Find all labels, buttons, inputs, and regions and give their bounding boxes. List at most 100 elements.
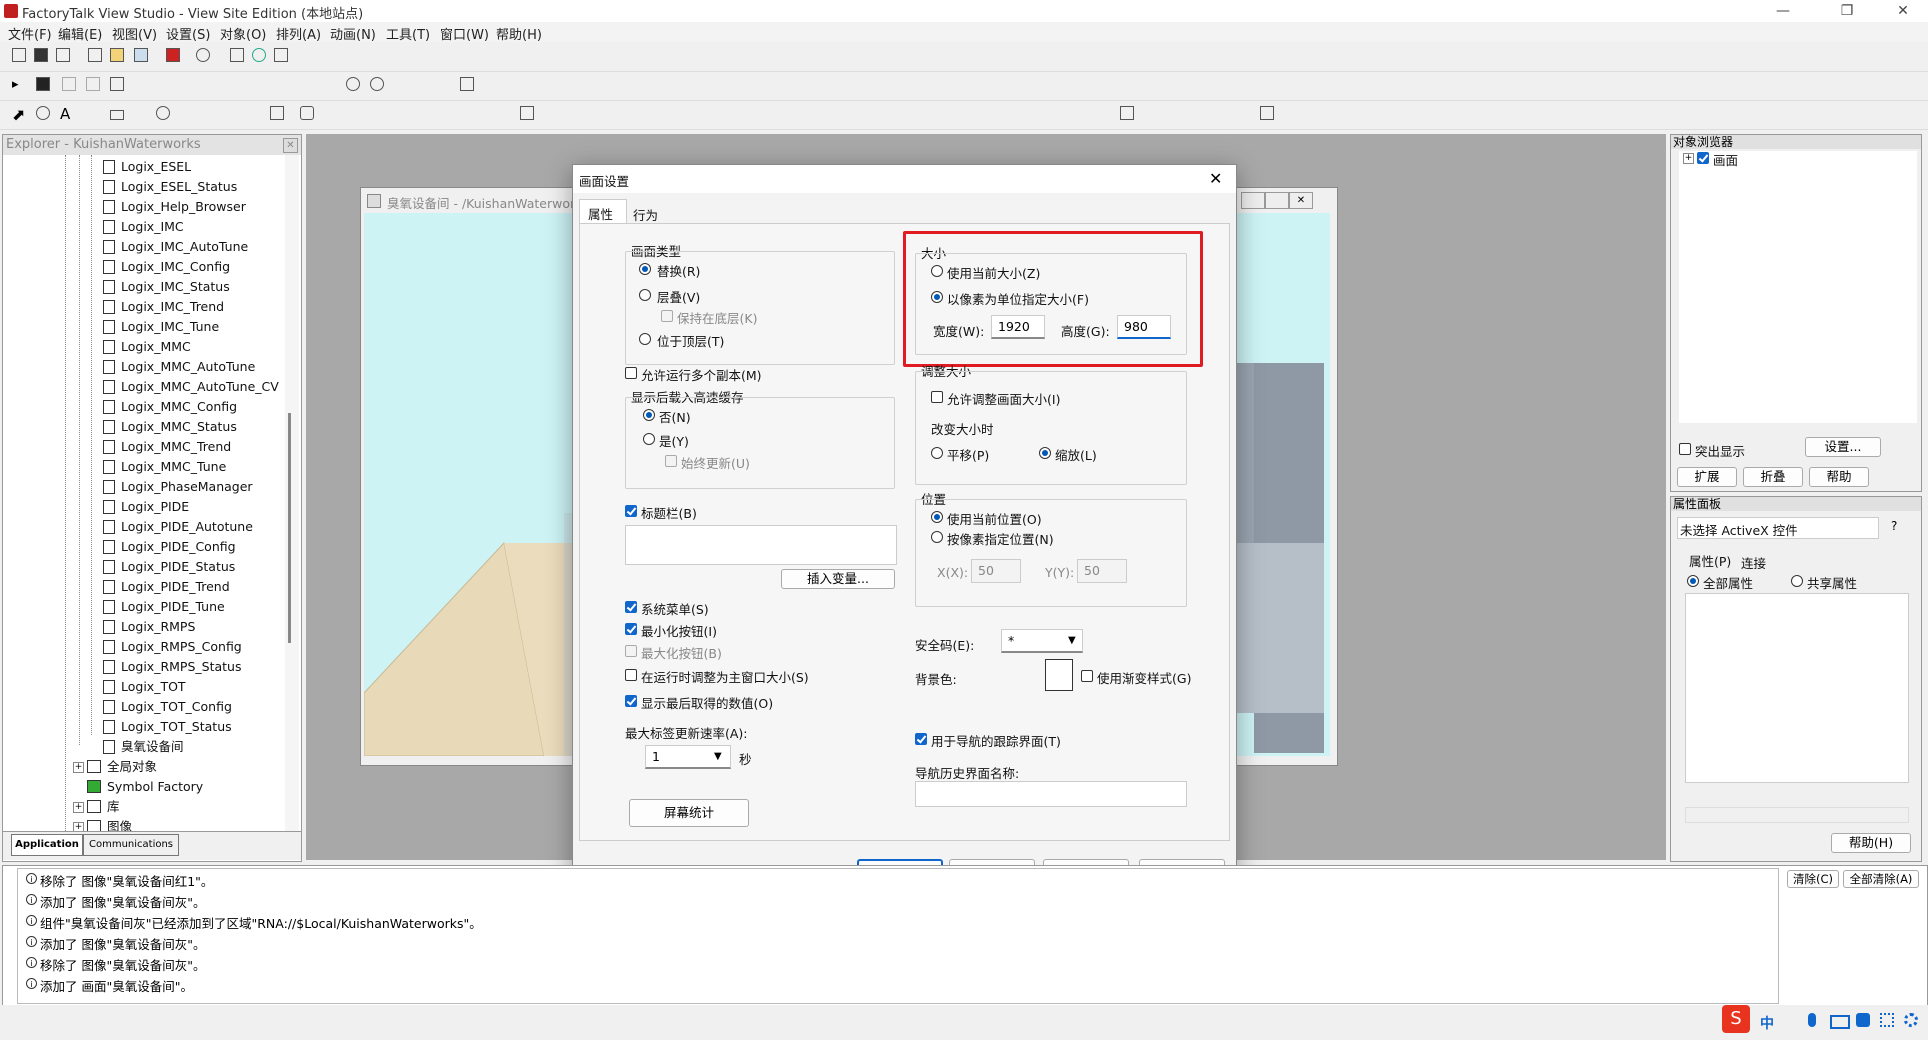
display-min-icon[interactable] — [1241, 192, 1265, 209]
numeric-display-icon[interactable] — [520, 106, 534, 120]
text-tool-icon[interactable]: A — [60, 105, 70, 123]
radio-overlay[interactable] — [639, 289, 651, 301]
radio-scale[interactable] — [1039, 447, 1051, 459]
stop-run-icon[interactable] — [36, 77, 50, 91]
scrollbar-thumb[interactable] — [288, 413, 291, 643]
explorer-toggle-icon[interactable] — [134, 48, 148, 62]
property-list[interactable] — [1685, 593, 1909, 783]
rectangle-tool-icon[interactable] — [110, 110, 124, 120]
menu-arrange[interactable]: 排列(A) — [276, 24, 321, 43]
zoom-in-icon[interactable] — [346, 77, 360, 91]
microphone-icon[interactable] — [1808, 1013, 1816, 1027]
gear-icon[interactable] — [1904, 1013, 1918, 1027]
clear-button[interactable]: 清除(C) — [1787, 870, 1839, 888]
insert-variable-button[interactable]: 插入变量... — [781, 569, 895, 589]
tab-behavior[interactable]: 行为 — [625, 201, 665, 223]
gradient-checkbox[interactable] — [1081, 670, 1093, 682]
polygon-tool-icon[interactable] — [270, 106, 284, 120]
print-icon[interactable] — [56, 48, 70, 62]
settings-button[interactable]: 设置... — [1805, 437, 1881, 457]
run-icon[interactable]: ▸ — [12, 77, 26, 92]
button-tool-icon[interactable] — [300, 106, 314, 120]
property-help-button[interactable]: 帮助(H) — [1831, 833, 1911, 853]
grid-icon[interactable] — [460, 77, 474, 91]
radio-use-current-position[interactable] — [931, 511, 943, 523]
tab-communications[interactable]: Communications — [83, 834, 179, 856]
radio-shared-props[interactable] — [1791, 575, 1803, 587]
x-input[interactable]: 50 — [971, 559, 1021, 583]
display-max-icon[interactable] — [1265, 192, 1289, 209]
refresh-icon[interactable] — [252, 48, 266, 62]
expand-button[interactable]: 扩展 — [1677, 467, 1737, 487]
radio-replace[interactable] — [639, 263, 651, 275]
menu-object[interactable]: 对象(O) — [220, 24, 266, 43]
rotate-icon[interactable] — [36, 106, 50, 120]
nav-track-checkbox[interactable] — [915, 733, 927, 745]
cut-icon[interactable] — [62, 77, 76, 91]
allow-resize-checkbox[interactable] — [931, 391, 943, 403]
menu-window[interactable]: 窗口(W) — [440, 24, 489, 43]
show-last-checkbox[interactable] — [625, 695, 637, 707]
nav-history-input[interactable] — [915, 781, 1187, 807]
save-icon[interactable] — [34, 48, 48, 62]
menu-file[interactable]: 文件(F) — [8, 24, 52, 43]
width-input[interactable]: 1920 — [991, 315, 1045, 339]
radio-use-current-size[interactable] — [931, 265, 943, 277]
bgcolor-swatch[interactable] — [1045, 659, 1073, 691]
tab-props[interactable]: 属性(P) — [1689, 551, 1731, 570]
highlight-checkbox[interactable] — [1679, 443, 1691, 455]
select-arrow-icon[interactable]: ⬈ — [12, 105, 25, 124]
system-menu-checkbox[interactable] — [625, 601, 637, 613]
radio-pan[interactable] — [931, 447, 943, 459]
trend-icon[interactable] — [1120, 106, 1134, 120]
menu-view[interactable]: 视图(V) — [112, 24, 157, 43]
copy-icon[interactable] — [86, 77, 100, 91]
menu-help[interactable]: 帮助(H) — [496, 24, 542, 43]
tab-properties[interactable]: 属性 — [579, 199, 627, 224]
new-file-icon[interactable] — [88, 48, 102, 62]
zoom-out-icon[interactable] — [370, 77, 384, 91]
radio-specify-position[interactable] — [931, 531, 943, 543]
minimize-button-checkbox[interactable] — [625, 623, 637, 635]
expand-icon[interactable]: + — [1683, 153, 1694, 164]
dialog-close-icon[interactable]: ✕ — [1209, 169, 1222, 188]
binoculars-icon[interactable] — [230, 48, 244, 62]
height-input[interactable]: 980 — [1117, 315, 1171, 339]
expand-icon[interactable]: + — [73, 762, 84, 773]
object-help-button[interactable]: 帮助 — [1809, 467, 1869, 487]
radio-specify-size[interactable] — [931, 291, 943, 303]
titlebar-text-input[interactable] — [625, 525, 897, 565]
skin-icon[interactable] — [1856, 1013, 1870, 1027]
radio-cache-yes[interactable] — [643, 433, 655, 445]
tab-connections[interactable]: 连接 — [1741, 553, 1766, 572]
display-close-icon[interactable]: ✕ — [1289, 192, 1313, 209]
maximize-button-checkbox[interactable] — [625, 645, 637, 657]
explorer-close-icon[interactable]: ✕ — [283, 138, 298, 153]
explorer-scrollbar[interactable] — [285, 155, 299, 839]
paste-icon[interactable] — [110, 77, 124, 91]
menu-tools[interactable]: 工具(T) — [386, 24, 430, 43]
always-update-checkbox[interactable] — [665, 455, 677, 467]
radio-cache-no[interactable] — [643, 409, 655, 421]
database-icon[interactable] — [196, 48, 210, 62]
clear-all-button[interactable]: 全部清除(A) — [1843, 870, 1919, 888]
radio-all-props[interactable] — [1687, 575, 1699, 587]
ime-language-indicator[interactable]: 中 — [1760, 1013, 1774, 1033]
object-root-checkbox[interactable] — [1697, 152, 1709, 164]
object-root-label[interactable]: 画面 — [1713, 150, 1738, 169]
menu-animation[interactable]: 动画(N) — [330, 24, 376, 43]
allow-multi-checkbox[interactable] — [625, 367, 637, 379]
ime-logo-icon[interactable]: S — [1722, 1005, 1750, 1033]
radio-on-top[interactable] — [639, 333, 651, 345]
new-project-icon[interactable] — [12, 48, 26, 62]
question-icon[interactable]: ? — [1891, 519, 1897, 533]
maximize-icon[interactable]: ❐ — [1824, 0, 1870, 22]
menu-edit[interactable]: 编辑(E) — [58, 24, 102, 43]
resize-main-checkbox[interactable] — [625, 669, 637, 681]
y-input[interactable]: 50 — [1077, 559, 1127, 583]
tab-application[interactable]: Application — [11, 834, 83, 856]
alarm-icon[interactable] — [1260, 106, 1274, 120]
open-folder-icon[interactable] — [110, 48, 124, 62]
stop-icon[interactable] — [166, 48, 180, 62]
apps-grid-icon[interactable] — [1880, 1013, 1894, 1027]
